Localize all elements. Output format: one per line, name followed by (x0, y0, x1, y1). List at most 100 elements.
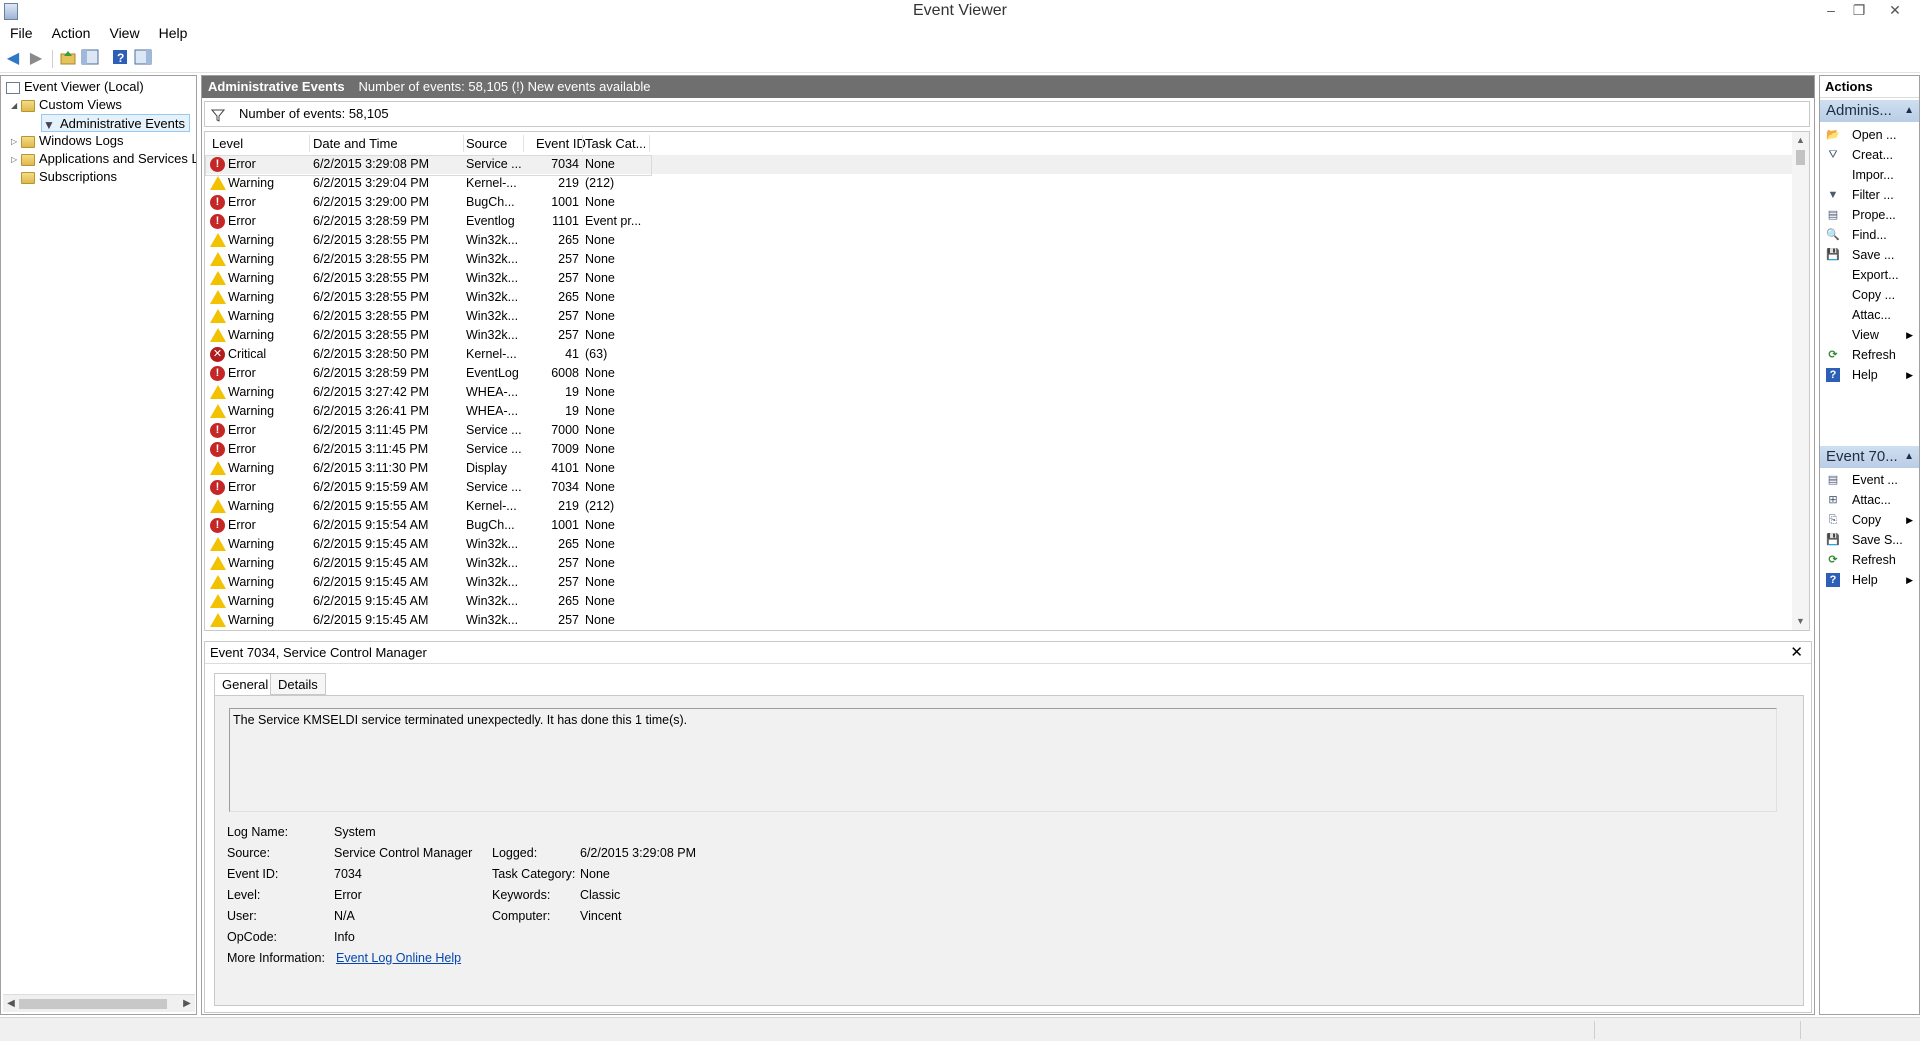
action-item[interactable]: Export... (1820, 265, 1919, 285)
action-item[interactable]: ⎘ Copy ▶ (1820, 510, 1919, 530)
table-row[interactable]: ! Error 6/2/2015 3:11:45 PM Service ... 7009… (205, 440, 1793, 459)
collapse-up-icon[interactable]: ▲ (1904, 446, 1914, 468)
table-row[interactable]: ! Error 6/2/2015 9:15:59 AM Service ... 7034… (205, 478, 1793, 497)
action-item[interactable]: Copy ... (1820, 285, 1919, 305)
cell-source: Eventlog (466, 214, 515, 228)
help-icon[interactable]: ? (110, 49, 130, 69)
column-separator[interactable] (309, 135, 310, 152)
menu-help[interactable]: Help (149, 24, 197, 41)
table-row[interactable]: ! Error 6/2/2015 3:28:59 PM EventLog 6008 Non… (205, 364, 1793, 383)
table-row[interactable]: ! Warning 6/2/2015 9:15:45 AM Win32k... 265 N… (205, 535, 1793, 554)
table-row[interactable]: ! Warning 6/2/2015 9:15:45 AM Win32k... 265 N… (205, 592, 1793, 611)
show-hide-action-pane-icon[interactable] (133, 49, 153, 69)
column-header-level[interactable]: Level (212, 132, 308, 155)
table-row[interactable]: ! Warning 6/2/2015 3:28:55 PM Win32k... 265 N… (205, 231, 1793, 250)
scroll-down-icon[interactable]: ▼ (1792, 613, 1809, 630)
cell-source: WHEA-... (466, 385, 519, 399)
actions-section-administrative-events[interactable]: Adminis... ▲ (1820, 100, 1919, 122)
actions-section-event[interactable]: Event 70... ▲ (1820, 446, 1919, 468)
action-item[interactable]: ⊞ Attac... (1820, 490, 1919, 510)
restore-button[interactable]: ❐ (1844, 0, 1874, 22)
show-hide-console-tree-icon[interactable] (80, 49, 100, 69)
cell-level: Warning (228, 613, 275, 627)
table-row[interactable]: ! Warning 6/2/2015 9:15:55 AM Kernel-... 219… (205, 497, 1793, 516)
action-item[interactable]: 🔍 Find... (1820, 225, 1919, 245)
vertical-scrollbar[interactable]: ▲ ▼ (1792, 132, 1809, 630)
tree-item-administrative-events[interactable]: ▼ Administrative Events (41, 114, 190, 132)
column-header-date[interactable]: Date and Time (313, 132, 463, 155)
table-row[interactable]: ! Error 6/2/2015 3:29:08 PM Service ... 7034… (205, 155, 1793, 176)
action-item[interactable]: ⛛ Creat... (1820, 145, 1919, 165)
table-row[interactable]: ! Error 6/2/2015 9:15:54 AM BugCh... 1001 Non… (205, 516, 1793, 535)
action-item[interactable]: 📂 Open ... (1820, 125, 1919, 145)
scroll-right-icon[interactable]: ▶ (179, 995, 195, 1012)
horizontal-scrollbar[interactable]: ◀ ▶ (3, 994, 195, 1012)
expanded-twisty-icon[interactable]: ◢ (11, 97, 21, 115)
action-item[interactable]: ▤ Event ... (1820, 470, 1919, 490)
scroll-up-icon[interactable]: ▲ (1792, 132, 1809, 149)
tree-item-applications-and-services-logs[interactable]: ▷ Applications and Services Lo (11, 150, 196, 168)
tab-details[interactable]: Details (270, 673, 326, 695)
table-row[interactable]: ! Error 6/2/2015 3:28:59 PM Eventlog 1101 Eve… (205, 212, 1793, 231)
table-row[interactable]: ! Warning 6/2/2015 3:29:04 PM Kernel-... 219… (205, 174, 1793, 193)
cell-task-category: None (585, 328, 615, 342)
cell-event-id: 257 (558, 271, 579, 285)
cell-event-id: 19 (565, 385, 579, 399)
table-row[interactable]: ! Warning 6/2/2015 3:27:42 PM WHEA-... 19 Non… (205, 383, 1793, 402)
scrollbar-thumb[interactable] (1796, 150, 1805, 165)
tree-item-windows-logs[interactable]: ▷ Windows Logs (11, 132, 124, 150)
column-separator[interactable] (463, 135, 464, 152)
menu-view[interactable]: View (99, 24, 148, 41)
tab-general[interactable]: General (214, 673, 277, 696)
collapsed-twisty-icon[interactable]: ▷ (11, 151, 21, 168)
action-item[interactable]: ▤ Prope... (1820, 205, 1919, 225)
scrollbar-thumb[interactable] (19, 999, 167, 1009)
table-row[interactable]: ! Warning 6/2/2015 3:28:55 PM Win32k... 257 N… (205, 250, 1793, 269)
column-header-source[interactable]: Source (466, 132, 524, 155)
collapse-up-icon[interactable]: ▲ (1904, 100, 1914, 122)
action-item[interactable]: 💾 Save S... (1820, 530, 1919, 550)
action-item[interactable]: View ▶ (1820, 325, 1919, 345)
menu-action[interactable]: Action (42, 24, 100, 41)
table-row[interactable]: ! Warning 6/2/2015 9:15:45 AM Win32k... 257 N… (205, 611, 1793, 630)
column-header-task-category[interactable]: Task Cat... (585, 132, 645, 155)
event-log-online-help-link[interactable]: Event Log Online Help (336, 951, 461, 965)
table-row[interactable]: ! Warning 6/2/2015 3:28:55 PM Win32k... 257 N… (205, 269, 1793, 288)
collapsed-twisty-icon[interactable]: ▷ (11, 133, 21, 151)
minimize-button[interactable]: – (1816, 0, 1846, 22)
close-button[interactable]: ✕ (1880, 0, 1910, 22)
scroll-left-icon[interactable]: ◀ (3, 995, 19, 1012)
cell-task-category: None (585, 518, 615, 532)
table-row[interactable]: ! Warning 6/2/2015 3:26:41 PM WHEA-... 19 Non… (205, 402, 1793, 421)
action-item[interactable]: ⟳ Refresh (1820, 550, 1919, 570)
action-item[interactable]: 💾 Save ... (1820, 245, 1919, 265)
menu-file[interactable]: File (0, 24, 42, 41)
table-row[interactable]: ! Warning 6/2/2015 3:28:55 PM Win32k... 257 N… (205, 307, 1793, 326)
action-item[interactable]: ? Help ▶ (1820, 570, 1919, 590)
table-row[interactable]: ! Warning 6/2/2015 3:11:30 PM Display 4101 No… (205, 459, 1793, 478)
event-description[interactable]: The Service KMSELDI service terminated u… (229, 708, 1777, 812)
action-item[interactable]: ⟳ Refresh (1820, 345, 1919, 365)
action-item[interactable]: ? Help ▶ (1820, 365, 1919, 385)
close-icon[interactable]: ✕ (1790, 642, 1803, 664)
up-folder-icon[interactable] (58, 49, 78, 69)
action-item[interactable]: ▼ Filter ... (1820, 185, 1919, 205)
action-item[interactable]: Attac... (1820, 305, 1919, 325)
table-row[interactable]: ! Warning 6/2/2015 3:28:55 PM Win32k... 257 N… (205, 326, 1793, 345)
column-separator[interactable] (649, 135, 650, 152)
table-row[interactable]: ! Warning 6/2/2015 3:28:55 PM Win32k... 265 N… (205, 288, 1793, 307)
action-item[interactable]: Impor... (1820, 165, 1919, 185)
tree-item-custom-views[interactable]: ◢ Custom Views (11, 96, 122, 114)
table-row[interactable]: ! Warning 6/2/2015 9:15:45 AM Win32k... 257 N… (205, 554, 1793, 573)
table-row[interactable]: ! Warning 6/2/2015 9:15:45 AM Win32k... 257 N… (205, 573, 1793, 592)
tree-item-event-viewer-local[interactable]: Event Viewer (Local) (6, 78, 144, 96)
column-separator[interactable] (523, 135, 524, 152)
table-row[interactable]: ✕ Critical 6/2/2015 3:28:50 PM Kernel-... 41… (205, 345, 1793, 364)
cell-source: Win32k... (466, 290, 519, 304)
table-row[interactable]: ! Error 6/2/2015 3:29:00 PM BugCh... 1001 Non… (205, 193, 1793, 212)
forward-icon[interactable]: ▶ (26, 49, 46, 69)
back-icon[interactable]: ◀ (3, 49, 23, 69)
column-separator[interactable] (582, 135, 583, 152)
table-row[interactable]: ! Error 6/2/2015 3:11:45 PM Service ... 7000… (205, 421, 1793, 440)
tree-item-subscriptions[interactable]: Subscriptions (21, 168, 117, 186)
